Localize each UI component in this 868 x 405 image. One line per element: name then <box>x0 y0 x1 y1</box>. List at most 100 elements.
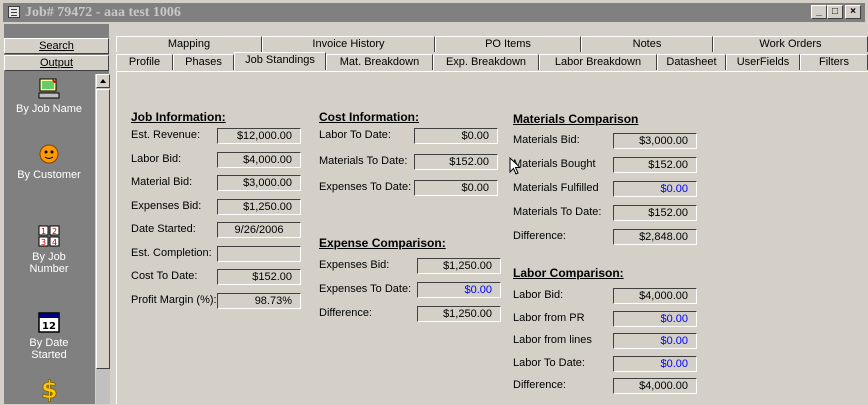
job-info-value-field[interactable]: $4,000.00 <box>217 152 301 168</box>
form-icon <box>8 6 20 18</box>
tab-profile[interactable]: Profile <box>116 54 173 70</box>
materials-value-field[interactable]: $152.00 <box>613 157 697 173</box>
labor-label: Difference: <box>513 379 566 391</box>
materials-label: Materials Fulfilled <box>513 182 599 194</box>
tab-job-standings[interactable]: Job Standings <box>234 52 326 70</box>
materials-value-field[interactable]: $152.00 <box>613 205 697 221</box>
job-info-label: Labor Bid: <box>131 153 182 165</box>
cost-info-label: Expenses To Date: <box>319 181 412 193</box>
job-info-value-field[interactable]: $152.00 <box>217 269 301 285</box>
job-info-label: Est. Revenue: <box>131 129 201 141</box>
svg-text:3: 3 <box>41 238 46 247</box>
window-title: Job# 79472 - aaa test 1006 <box>25 5 181 20</box>
cost-info-value-field[interactable]: $0.00 <box>414 128 498 144</box>
dollar-icon: $ <box>37 374 61 405</box>
tab-work-orders[interactable]: Work Orders <box>713 36 868 52</box>
tab-invoice-history[interactable]: Invoice History <box>262 36 435 52</box>
nav-by-job-number[interactable]: 1234 By Job Number <box>4 224 94 275</box>
scroll-thumb[interactable] <box>96 89 110 369</box>
labor-label: Labor from PR <box>513 312 585 324</box>
job-info-value-field[interactable]: 9/26/2006 <box>217 222 301 238</box>
nav-label: By Date Started <box>29 337 69 361</box>
expense-value-field[interactable]: $1,250.00 <box>417 258 501 274</box>
materials-value-field[interactable]: $3,000.00 <box>613 133 697 149</box>
expense-label: Expenses To Date: <box>319 283 412 295</box>
labor-value-field[interactable]: $0.00 <box>613 333 697 349</box>
job-info-label: Cost To Date: <box>131 270 198 282</box>
job-info-label: Profit Margin (%): <box>131 294 217 306</box>
labor-label: Labor To Date: <box>513 357 585 369</box>
job-info-value-field[interactable]: $1,250.00 <box>217 199 301 215</box>
mouse-cursor-icon <box>509 157 522 175</box>
svg-text:4: 4 <box>52 238 57 247</box>
tab-filters[interactable]: Filters <box>800 54 868 70</box>
job-info-value-field[interactable] <box>217 246 301 262</box>
job-info-heading: Job Information: <box>131 110 226 124</box>
labor-label: Labor from lines <box>513 334 592 346</box>
nav-financial[interactable]: $ <box>4 374 94 405</box>
materials-label: Materials Bid: <box>513 134 580 146</box>
expense-value-field[interactable]: $0.00 <box>417 282 501 298</box>
nav-label: By Job Number <box>29 251 69 275</box>
labor-value-field[interactable]: $4,000.00 <box>613 378 697 394</box>
tab-po-items[interactable]: PO Items <box>435 36 581 52</box>
svg-text:12: 12 <box>42 321 56 332</box>
materials-label: Materials To Date: <box>513 206 602 218</box>
job-info-label: Material Bid: <box>131 176 193 188</box>
labor-comparison-heading: Labor Comparison: <box>513 266 624 280</box>
tab-mapping[interactable]: Mapping <box>116 36 262 52</box>
nav-label: By Job Name <box>15 103 83 115</box>
tab-labor-breakdown[interactable]: Labor Breakdown <box>539 54 657 70</box>
tab-phases[interactable]: Phases <box>173 54 234 70</box>
materials-value-field[interactable]: $0.00 <box>613 181 697 197</box>
labor-value-field[interactable]: $4,000.00 <box>613 288 697 304</box>
svg-text:$: $ <box>41 376 58 402</box>
job-info-label: Date Started: <box>131 223 196 235</box>
title-bar[interactable]: Job# 79472 - aaa test 1006 _ □ × <box>3 3 865 22</box>
sidebar: Search Output By Job Name By Customer 12… <box>4 24 110 405</box>
tab-notes[interactable]: Notes <box>581 36 713 52</box>
cost-info-value-field[interactable]: $152.00 <box>414 154 498 170</box>
cost-info-value-field[interactable]: $0.00 <box>414 180 498 196</box>
materials-value-field[interactable]: $2,848.00 <box>613 229 697 245</box>
numbers-grid-icon: 1234 <box>37 224 61 248</box>
tab-userfields[interactable]: UserFields <box>726 54 800 70</box>
output-button[interactable]: Output <box>4 55 109 71</box>
job-window: Job# 79472 - aaa test 1006 _ □ × Search … <box>0 0 868 404</box>
search-button[interactable]: Search <box>4 38 109 54</box>
close-button[interactable]: × <box>845 5 861 19</box>
job-info-label: Expenses Bid: <box>131 200 202 212</box>
customer-face-icon <box>37 142 61 166</box>
labor-label: Labor Bid: <box>513 289 564 301</box>
job-standings-panel: Job Information: Est. Revenue: $12,000.00… <box>116 71 868 404</box>
cost-info-label: Labor To Date: <box>319 129 391 141</box>
expense-label: Expenses Bid: <box>319 259 390 271</box>
svg-text:2: 2 <box>52 227 57 236</box>
expense-label: Difference: <box>319 307 372 319</box>
labor-value-field[interactable]: $0.00 <box>613 311 697 327</box>
nav-label: By Customer <box>17 169 81 181</box>
maximize-button[interactable]: □ <box>827 5 843 19</box>
cost-info-label: Materials To Date: <box>319 155 408 167</box>
calendar-icon: 12 <box>37 310 61 334</box>
materials-comparison-heading: Materials Comparison <box>513 112 639 126</box>
tab-exp-breakdown[interactable]: Exp. Breakdown <box>433 54 539 70</box>
job-info-value-field[interactable]: $3,000.00 <box>217 175 301 191</box>
minimize-button[interactable]: _ <box>811 5 827 19</box>
scroll-up-button[interactable] <box>96 74 110 88</box>
nav-by-customer[interactable]: By Customer <box>4 142 94 181</box>
labor-value-field[interactable]: $0.00 <box>613 356 697 372</box>
expense-value-field[interactable]: $1,250.00 <box>417 306 501 322</box>
nav-by-date-started[interactable]: 12 By Date Started <box>4 310 94 361</box>
svg-text:1: 1 <box>41 227 46 236</box>
materials-label: Difference: <box>513 230 566 242</box>
nav-by-job-name[interactable]: By Job Name <box>4 76 94 115</box>
job-info-value-field[interactable]: 98.73% <box>217 293 301 309</box>
sidebar-scrollbar[interactable] <box>95 74 110 404</box>
tab-datasheet[interactable]: Datasheet <box>657 54 726 70</box>
tab-mat-breakdown[interactable]: Mat. Breakdown <box>326 54 433 70</box>
main-area: Mapping Invoice History PO Items Notes W… <box>110 24 868 404</box>
cost-info-heading: Cost Information: <box>319 110 419 124</box>
computer-user-icon <box>37 76 61 100</box>
job-info-value-field[interactable]: $12,000.00 <box>217 128 301 144</box>
